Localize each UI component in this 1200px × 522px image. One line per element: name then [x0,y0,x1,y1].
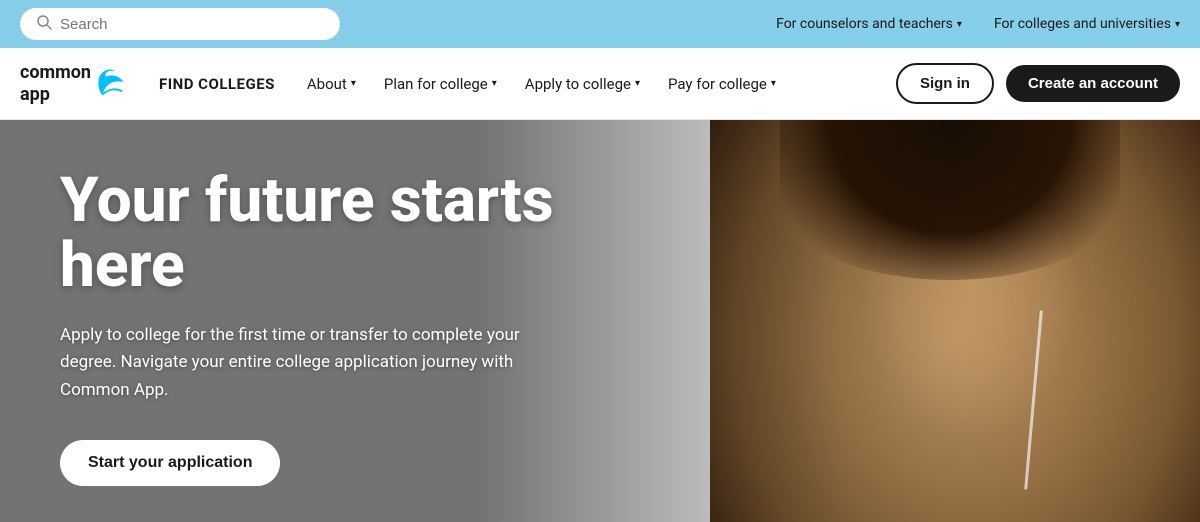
hero-subtitle: Apply to college for the first time or t… [60,322,520,404]
chevron-down-icon: ▾ [1175,19,1180,30]
nav-item-plan[interactable]: Plan for college ▾ [372,67,509,101]
logo-bird-icon [95,66,131,102]
create-account-button[interactable]: Create an account [1006,65,1180,102]
search-icon [36,14,52,34]
hero-content: Your future starts here Apply to college… [0,120,620,522]
nav-actions: Sign in Create an account [896,63,1180,104]
hero-title: Your future starts here [60,168,560,298]
main-navigation: common app FIND COLLEGES About ▾ Plan fo… [0,48,1200,120]
chevron-down-icon: ▾ [635,78,640,89]
search-box[interactable] [20,8,340,40]
logo[interactable]: common app [20,62,131,105]
sign-in-button[interactable]: Sign in [896,63,994,104]
colleges-link[interactable]: For colleges and universities ▾ [994,16,1180,32]
start-application-button[interactable]: Start your application [60,440,280,486]
search-input[interactable] [60,16,324,33]
hero-section: Your future starts here Apply to college… [0,120,1200,522]
logo-text: common app [20,62,91,105]
chevron-down-icon: ▾ [492,78,497,89]
nav-items: About ▾ Plan for college ▾ Apply to coll… [295,67,896,101]
nav-item-apply[interactable]: Apply to college ▾ [513,67,652,101]
utility-links: For counselors and teachers ▾ For colleg… [776,16,1180,32]
counselors-link[interactable]: For counselors and teachers ▾ [776,16,962,32]
nav-item-pay[interactable]: Pay for college ▾ [656,67,788,101]
chevron-down-icon: ▾ [771,78,776,89]
chevron-down-icon: ▾ [957,19,962,30]
nav-item-about[interactable]: About ▾ [295,67,368,101]
find-colleges-label[interactable]: FIND COLLEGES [159,75,275,93]
utility-bar: For counselors and teachers ▾ For colleg… [0,0,1200,48]
chevron-down-icon: ▾ [351,78,356,89]
